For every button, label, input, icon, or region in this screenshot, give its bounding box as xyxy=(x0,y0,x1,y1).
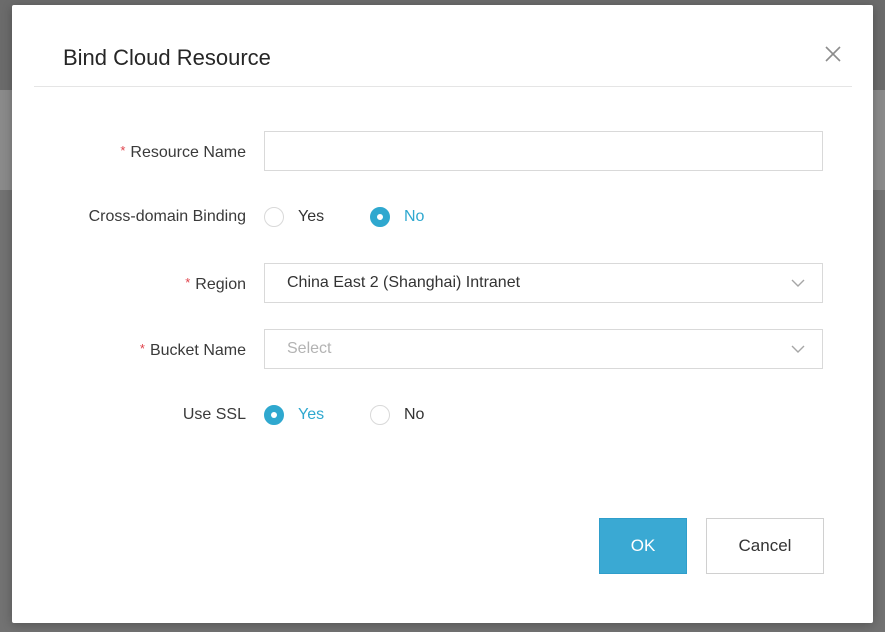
bucket-name-placeholder: Select xyxy=(287,340,332,357)
resource-name-row: * Resource Name xyxy=(12,131,873,171)
bucket-name-label: * Bucket Name xyxy=(140,329,246,369)
region-label: * Region xyxy=(185,263,246,303)
cross-domain-binding-label: Cross-domain Binding xyxy=(88,208,246,225)
close-button[interactable] xyxy=(822,43,844,65)
use-ssl-yes-label: Yes xyxy=(298,406,325,423)
use-ssl-label: Use SSL xyxy=(182,406,246,423)
radio-unchecked-icon xyxy=(264,207,284,227)
resource-name-label-text: Resource Name xyxy=(130,144,246,161)
use-ssl-yes-radio[interactable]: Yes xyxy=(264,395,324,435)
use-ssl-no-radio[interactable]: No xyxy=(370,395,424,435)
cross-domain-no-radio[interactable]: No xyxy=(370,197,424,237)
chevron-down-icon xyxy=(790,277,806,289)
resource-name-label: * Resource Name xyxy=(120,131,246,171)
bucket-name-select[interactable]: Select xyxy=(264,329,823,369)
cross-domain-binding-row: Cross-domain Binding Yes No xyxy=(12,197,873,237)
radio-checked-icon xyxy=(370,207,390,227)
radio-unchecked-icon xyxy=(370,405,390,425)
cancel-button[interactable]: Cancel xyxy=(706,518,824,574)
region-row: * Region China East 2 (Shanghai) Intranet xyxy=(12,263,873,303)
region-select[interactable]: China East 2 (Shanghai) Intranet xyxy=(264,263,823,303)
dialog-title: Bind Cloud Resource xyxy=(63,45,271,70)
required-mark: * xyxy=(185,275,191,290)
region-label-text: Region xyxy=(195,276,246,293)
bind-cloud-resource-dialog: Bind Cloud Resource * Resource Name Cross… xyxy=(12,5,873,623)
required-mark: * xyxy=(139,341,145,356)
radio-checked-icon xyxy=(264,405,284,425)
resource-name-input[interactable] xyxy=(264,131,823,171)
header-divider xyxy=(34,86,852,87)
cross-domain-yes-label: Yes xyxy=(298,208,325,225)
ok-button[interactable]: OK xyxy=(599,518,687,574)
use-ssl-row: Use SSL Yes No xyxy=(12,395,873,435)
cross-domain-yes-radio[interactable]: Yes xyxy=(264,197,324,237)
chevron-down-icon xyxy=(790,343,806,355)
close-icon xyxy=(825,46,841,62)
cross-domain-no-label: No xyxy=(404,208,425,225)
bucket-name-row: * Bucket Name Select xyxy=(12,329,873,369)
region-selected-value: China East 2 (Shanghai) Intranet xyxy=(287,274,521,291)
bucket-name-label-text: Bucket Name xyxy=(149,342,246,359)
required-mark: * xyxy=(120,143,126,158)
use-ssl-no-label: No xyxy=(404,406,425,423)
